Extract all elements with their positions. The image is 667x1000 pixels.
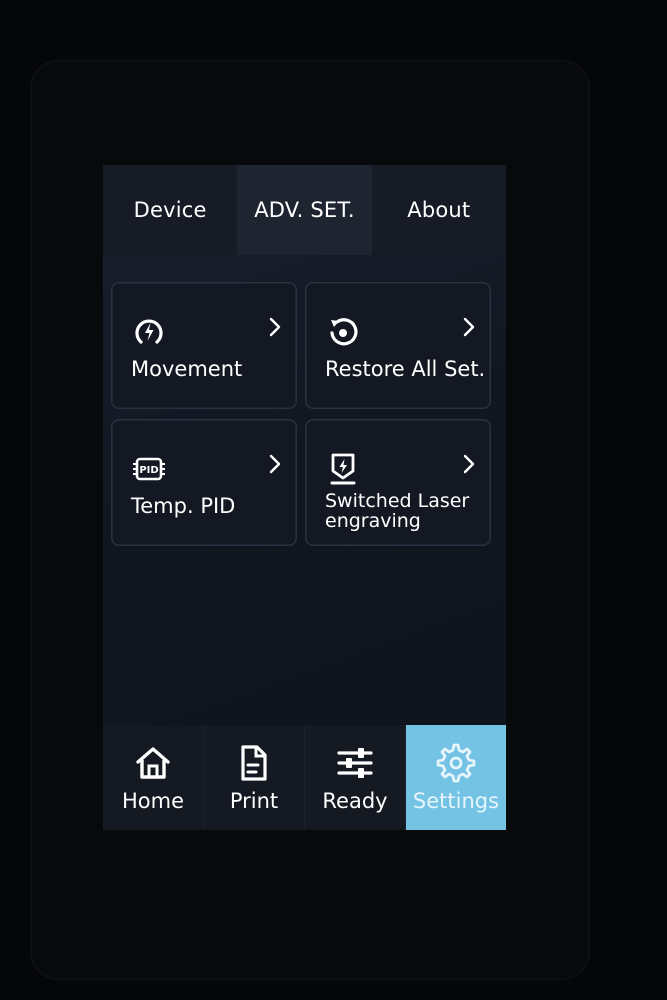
pid-chip-text: PID (139, 465, 158, 476)
switched-laser-label-line1: Switched Laser (325, 490, 470, 512)
restore-icon (330, 318, 358, 346)
laser-icon (330, 453, 356, 485)
nav-ready-button[interactable]: Ready (305, 725, 406, 830)
touch-screen: Device ADV. SET. About Movement Restore … (103, 165, 506, 830)
movement-label: Movement (131, 357, 243, 381)
chevron-right-icon (463, 454, 475, 474)
chevron-right-icon (269, 317, 281, 337)
tab-about-label: About (407, 198, 471, 222)
top-tab-bar: Device ADV. SET. About (103, 165, 506, 255)
switched-laser-label: Switched Laser engraving (325, 491, 469, 531)
temp-pid-label: Temp. PID (131, 494, 236, 518)
nav-settings-button[interactable]: Settings (406, 725, 506, 830)
pid-chip-icon: PID (133, 457, 165, 481)
bottom-nav-bar: Home Print Ready Settings (103, 725, 506, 830)
tab-about[interactable]: About (372, 165, 506, 255)
switched-laser-label-line2: engraving (325, 510, 421, 532)
tab-adv-set[interactable]: ADV. SET. (237, 165, 372, 255)
nav-print-label: Print (229, 788, 279, 813)
restore-all-card[interactable]: Restore All Set. (305, 282, 491, 409)
tab-device-label: Device (133, 198, 207, 222)
switched-laser-card[interactable]: Switched Laser engraving (305, 419, 491, 546)
tab-device[interactable]: Device (103, 165, 237, 255)
gear-icon (436, 743, 476, 782)
movement-card[interactable]: Movement (111, 282, 297, 409)
file-icon (241, 744, 267, 781)
nav-home-label: Home (121, 788, 184, 813)
chevron-right-icon (463, 317, 475, 337)
nav-settings-label: Settings (412, 788, 500, 813)
home-icon (136, 746, 170, 779)
nav-ready-label: Ready (322, 788, 388, 813)
restore-all-label: Restore All Set. (325, 357, 486, 381)
nav-home-button[interactable]: Home (103, 725, 204, 830)
chevron-right-icon (269, 454, 281, 474)
nav-print-button[interactable]: Print (204, 725, 305, 830)
tab-adv-set-label: ADV. SET. (254, 198, 355, 222)
movement-icon (135, 319, 163, 344)
sliders-icon (337, 747, 373, 778)
temp-pid-card[interactable]: PID Temp. PID (111, 419, 297, 546)
